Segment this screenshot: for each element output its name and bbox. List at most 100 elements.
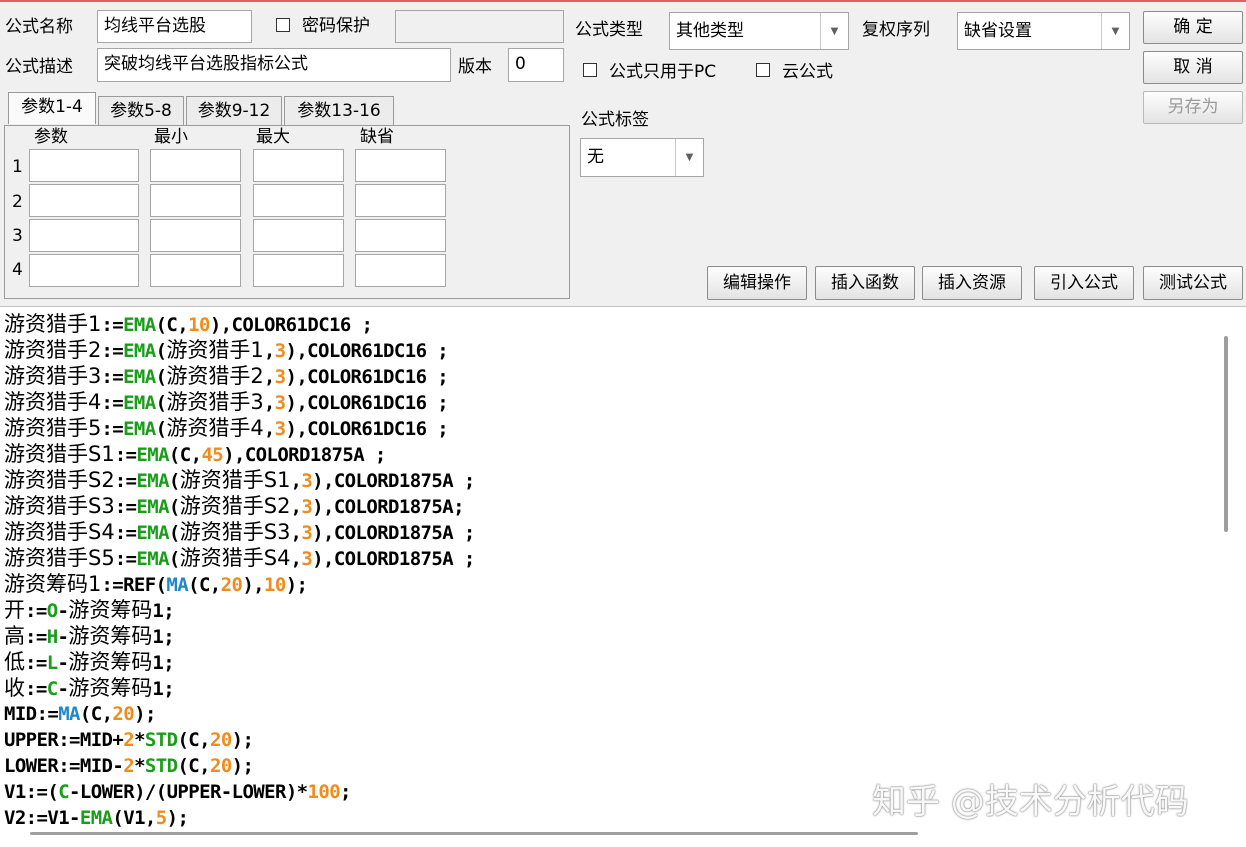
code-token: 3 [274, 418, 286, 440]
code-editor[interactable]: 游资猎手1:=EMA(C,10),COLOR61DC16 ; 游资猎手2:=EMA… [0, 306, 1246, 847]
formula-desc-input[interactable]: 突破均线平台选股指标公式 [97, 48, 451, 82]
formula-name-input[interactable]: 均线平台选股 [97, 10, 252, 43]
code-token: := [114, 548, 137, 570]
param-min-input[interactable] [150, 254, 241, 287]
code-line[interactable]: 低:=L-游资筹码1; [4, 649, 475, 675]
param-max-input[interactable] [253, 149, 344, 182]
cancel-button[interactable]: 取 消 [1143, 51, 1243, 84]
edit-operations-button[interactable]: 编辑操作 [707, 266, 807, 300]
code-token: := [25, 652, 47, 674]
code-token: := [101, 366, 124, 388]
code-line[interactable]: 游资猎手1:=EMA(C,10),COLOR61DC16 ; [4, 311, 475, 337]
code-line[interactable]: 游资猎手S4:=EMA(游资猎手S3,3),COLORD1875A ; [4, 519, 475, 545]
code-token: , [263, 392, 275, 414]
adjust-sequence-select[interactable]: 缺省设置 ▼ [957, 12, 1130, 50]
code-token: C [58, 781, 70, 803]
code-line[interactable]: 游资猎手S3:=EMA(游资猎手S2,3),COLORD1875A; [4, 493, 475, 519]
horizontal-scrollbar[interactable] [30, 832, 918, 835]
col-header-max: 最大 [256, 127, 290, 147]
code-token: := [114, 470, 137, 492]
code-line[interactable]: 游资猎手S1:=EMA(C,45),COLORD1875A ; [4, 441, 475, 467]
password-input[interactable] [395, 10, 564, 43]
code-token: (C, [177, 729, 210, 751]
code-token: EMA [123, 340, 156, 362]
code-token: * [134, 755, 145, 777]
param-default-input[interactable] [355, 184, 446, 217]
code-token: C [46, 678, 58, 700]
code-line[interactable]: 高:=H-游资筹码1; [4, 623, 475, 649]
save-as-button[interactable]: 另存为 [1143, 91, 1243, 124]
code-line[interactable]: UPPER:=MID+2*STD(C,20); [4, 727, 475, 753]
code-line[interactable]: 游资筹码1:=REF(MA(C,20),10); [4, 571, 475, 597]
code-line[interactable]: 收:=C-游资筹码1; [4, 675, 475, 701]
code-line[interactable]: V1:=(C-LOWER)/(UPPER-LOWER)*100; [4, 779, 475, 805]
formula-tag-label: 公式标签 [581, 110, 649, 130]
formula-tag-select[interactable]: 无 ▼ [580, 138, 704, 177]
code-line[interactable]: LOWER:=MID-2*STD(C,20); [4, 753, 475, 779]
test-formula-button[interactable]: 测试公式 [1143, 266, 1243, 300]
code-token: EMA [123, 392, 156, 414]
param-name-input[interactable] [29, 149, 139, 182]
code-line[interactable]: 游资猎手S2:=EMA(游资猎手S1,3),COLORD1875A ; [4, 467, 475, 493]
tab-params-9-12[interactable]: 参数9-12 [186, 96, 282, 126]
param-max-input[interactable] [253, 254, 344, 287]
password-protect-checkbox[interactable] [276, 18, 290, 32]
col-header-param: 参数 [34, 127, 68, 147]
code-line[interactable]: 开:=O-游资筹码1; [4, 597, 475, 623]
code-line[interactable]: 游资猎手2:=EMA(游资猎手1,3),COLOR61DC16 ; [4, 337, 475, 363]
chevron-down-icon[interactable]: ▼ [675, 139, 703, 176]
code-line[interactable]: V2:=V1-EMA(V1,5); [4, 805, 475, 831]
code-token: ),COLOR61DC16 ; [285, 340, 449, 362]
code-token: 游资猎手3 [166, 390, 264, 414]
param-min-input[interactable] [150, 219, 241, 252]
formula-type-value: 其他类型 [676, 21, 744, 41]
param-name-input[interactable] [29, 254, 139, 287]
ok-button[interactable]: 确 定 [1143, 11, 1243, 44]
param-name-input[interactable] [29, 184, 139, 217]
param-max-input[interactable] [253, 219, 344, 252]
code-token: 1; [152, 600, 175, 622]
code-line[interactable]: 游资猎手3:=EMA(游资猎手2,3),COLOR61DC16 ; [4, 363, 475, 389]
code-token: (C, [188, 574, 221, 596]
code-token: (C, [155, 314, 189, 336]
code-token: ); [231, 755, 254, 777]
formula-type-select[interactable]: 其他类型 ▼ [669, 12, 849, 50]
code-token: ); [134, 703, 156, 725]
param-min-input[interactable] [150, 149, 241, 182]
code-token: H [46, 626, 58, 648]
tab-params-5-8[interactable]: 参数5-8 [98, 96, 184, 126]
tab-params-13-16[interactable]: 参数13-16 [284, 96, 394, 126]
param-default-input[interactable] [355, 219, 446, 252]
param-default-input[interactable] [355, 149, 446, 182]
code-token: 20 [112, 703, 135, 725]
code-token: 游资猎手S2 [4, 468, 115, 492]
code-line[interactable]: MID:=MA(C,20); [4, 701, 475, 727]
cloud-formula-checkbox[interactable] [756, 63, 770, 77]
code-token: ),COLORD1875A; [312, 496, 464, 518]
vertical-scrollbar[interactable] [1224, 336, 1228, 532]
chevron-down-icon[interactable]: ▼ [1101, 13, 1129, 49]
code-text[interactable]: 游资猎手1:=EMA(C,10),COLOR61DC16 ; 游资猎手2:=EMA… [4, 311, 475, 831]
insert-function-button[interactable]: 插入函数 [815, 266, 915, 300]
insert-resource-button[interactable]: 插入资源 [922, 266, 1022, 300]
import-formula-button[interactable]: 引入公式 [1034, 266, 1134, 300]
param-row-number: 3 [12, 226, 23, 246]
code-line[interactable]: 游资猎手4:=EMA(游资猎手3,3),COLOR61DC16 ; [4, 389, 475, 415]
tab-params-1-4[interactable]: 参数1-4 [8, 92, 96, 124]
code-line[interactable]: 游资猎手S5:=EMA(游资猎手S4,3),COLORD1875A ; [4, 545, 475, 571]
param-name-input[interactable] [29, 219, 139, 252]
version-input[interactable]: 0 [508, 48, 564, 82]
param-max-input[interactable] [253, 184, 344, 217]
pc-only-checkbox[interactable] [583, 63, 597, 77]
code-token: ),COLOR61DC16 ; [285, 366, 449, 388]
chevron-down-icon[interactable]: ▼ [820, 13, 848, 49]
code-token: EMA [136, 548, 169, 570]
code-token: STD [144, 729, 178, 751]
param-default-input[interactable] [355, 254, 446, 287]
col-header-default: 缺省 [360, 127, 394, 147]
code-token: := [25, 626, 47, 648]
code-line[interactable]: 游资猎手5:=EMA(游资猎手4,3),COLOR61DC16 ; [4, 415, 475, 441]
col-header-min: 最小 [154, 127, 188, 147]
param-min-input[interactable] [150, 184, 241, 217]
password-protect-label: 密码保护 [302, 16, 370, 36]
